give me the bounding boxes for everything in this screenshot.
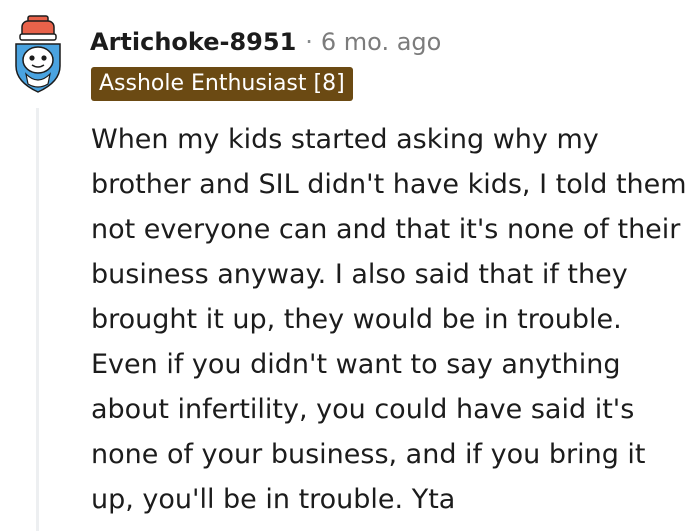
comment-body: When my kids started asking why my broth… bbox=[91, 124, 687, 515]
comment-timestamp[interactable]: 6 mo. ago bbox=[321, 28, 441, 56]
user-avatar[interactable] bbox=[10, 14, 66, 96]
thread-line[interactable] bbox=[36, 108, 39, 531]
username-link[interactable]: Artichoke-8951 bbox=[90, 28, 296, 56]
comment: Artichoke-8951 · 6 mo. ago Asshole Enthu… bbox=[0, 0, 700, 531]
snoo-avatar-icon bbox=[15, 15, 61, 93]
separator-dot: · bbox=[305, 28, 313, 56]
user-flair-badge: Asshole Enthusiast [8] bbox=[91, 67, 353, 101]
comment-header: Artichoke-8951 · 6 mo. ago bbox=[90, 24, 441, 60]
